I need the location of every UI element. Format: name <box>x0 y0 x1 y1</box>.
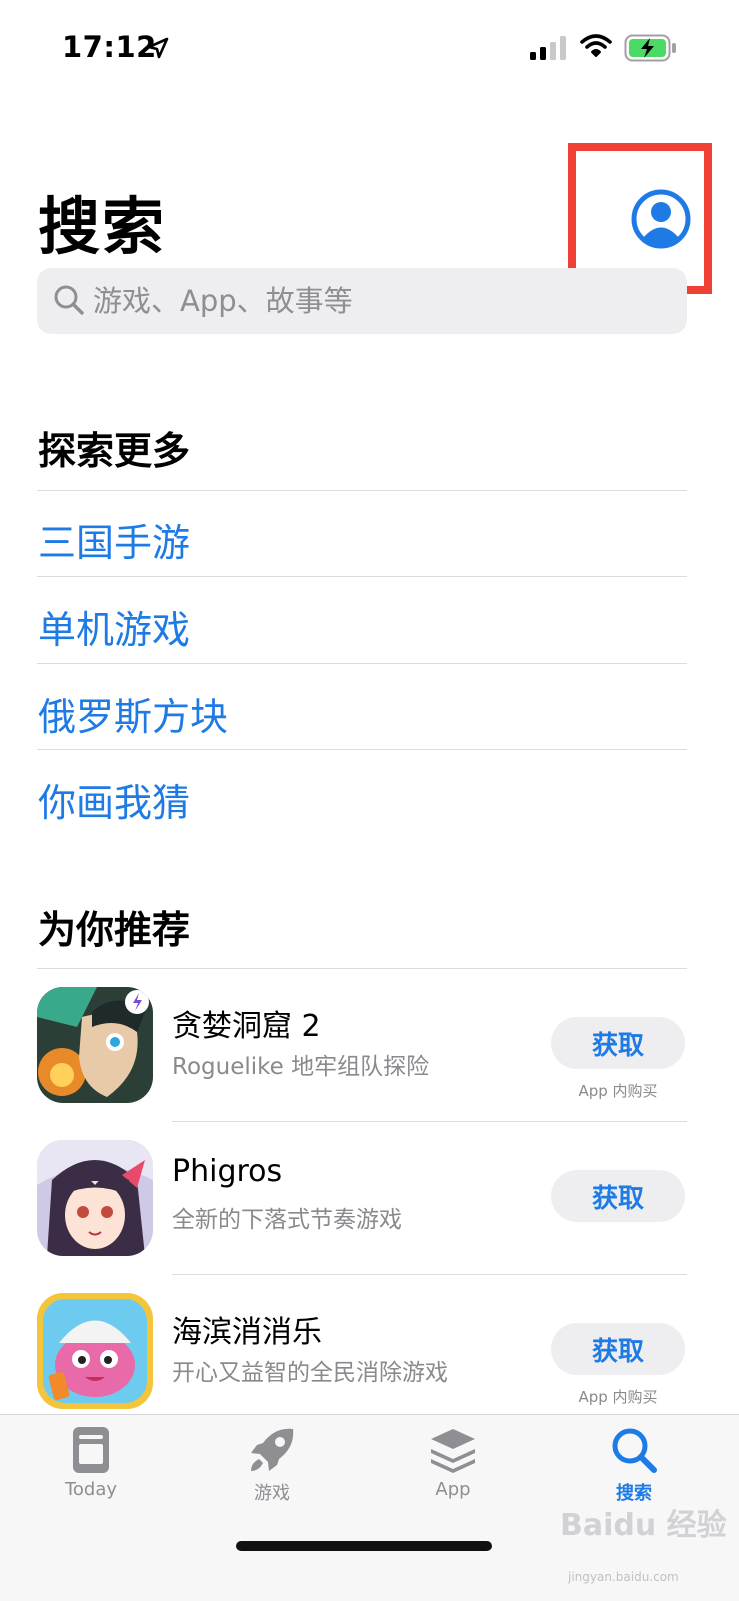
divider <box>37 576 687 577</box>
today-icon <box>73 1427 109 1473</box>
status-bar: 17:12 <box>0 0 739 90</box>
divider <box>37 749 687 750</box>
app-icon-phigros[interactable] <box>37 1140 153 1256</box>
search-bar[interactable] <box>37 268 687 334</box>
home-indicator[interactable] <box>236 1541 492 1551</box>
app-icon-seaside-match[interactable] <box>37 1293 153 1409</box>
get-button[interactable]: 获取 <box>551 1170 685 1222</box>
status-time: 17:12 <box>62 30 157 64</box>
tab-games[interactable]: 游戏 <box>197 1425 347 1525</box>
page-title: 搜索 <box>38 190 167 263</box>
divider <box>37 490 687 491</box>
app-name: 海滨消消乐 <box>172 1315 322 1350</box>
search-icon <box>612 1428 657 1473</box>
account-icon <box>631 189 691 249</box>
recommended-section-title: 为你推荐 <box>38 908 191 952</box>
cellular-signal-icon <box>530 36 566 60</box>
location-arrow-icon <box>147 37 169 59</box>
search-input[interactable] <box>93 268 663 334</box>
explore-link[interactable]: 单机游戏 <box>38 599 190 654</box>
app-row-greedy-cave[interactable]: 贪婪洞窟 2 Roguelike 地牢组队探险 获取 App 内购买 <box>37 987 687 1117</box>
tab-apps[interactable]: App <box>378 1425 528 1525</box>
app-row-seaside-match[interactable]: 海滨消消乐 开心又益智的全民消除游戏 获取 App 内购买 <box>37 1293 687 1423</box>
explore-link[interactable]: 三国手游 <box>38 512 190 567</box>
tab-label: App <box>435 1479 471 1500</box>
in-app-purchase-note: App 内购买 <box>578 1082 658 1100</box>
divider <box>37 968 687 969</box>
get-button[interactable]: 获取 <box>551 1017 685 1069</box>
divider <box>172 1121 687 1122</box>
app-name: 贪婪洞窟 2 <box>172 1009 321 1044</box>
divider <box>172 1274 687 1275</box>
watermark-url: jingyan.baidu.com <box>568 1570 679 1584</box>
explore-link[interactable]: 你画我猜 <box>38 772 190 827</box>
app-subtitle: 全新的下落式节奏游戏 <box>172 1207 402 1233</box>
app-row-phigros[interactable]: Phigros 全新的下落式节奏游戏 获取 <box>37 1140 687 1270</box>
app-name: Phigros <box>172 1154 283 1189</box>
divider <box>37 663 687 664</box>
tab-label: Today <box>64 1479 118 1500</box>
wifi-icon <box>580 34 612 57</box>
watermark: Baidu 经验 <box>560 1508 727 1543</box>
in-app-purchase-note: App 内购买 <box>578 1388 658 1406</box>
battery-charging-icon <box>624 34 676 62</box>
layers-icon <box>431 1429 475 1473</box>
explore-section-title: 探索更多 <box>38 429 191 473</box>
app-subtitle: 开心又益智的全民消除游戏 <box>172 1360 448 1386</box>
rocket-icon <box>251 1428 294 1471</box>
app-icon-greedy-cave[interactable] <box>37 987 153 1103</box>
tab-label: 游戏 <box>254 1483 290 1504</box>
explore-link[interactable]: 俄罗斯方块 <box>38 686 228 741</box>
search-icon <box>54 285 84 315</box>
tab-today[interactable]: Today <box>16 1425 166 1525</box>
app-subtitle: Roguelike 地牢组队探险 <box>172 1054 430 1080</box>
get-button[interactable]: 获取 <box>551 1323 685 1375</box>
